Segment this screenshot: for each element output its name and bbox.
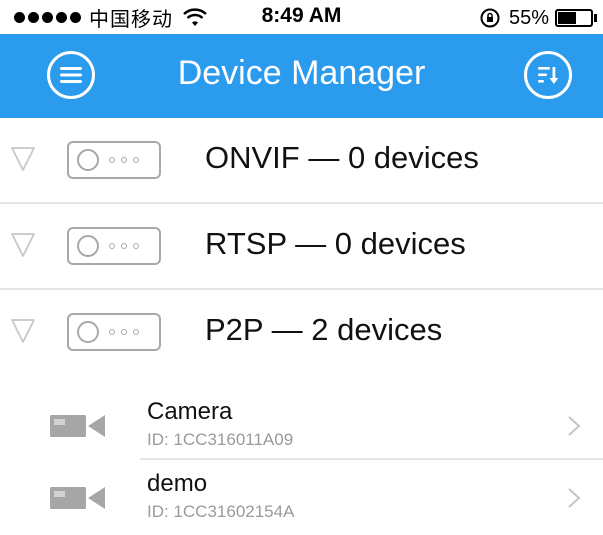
sort-button[interactable] — [524, 51, 572, 99]
device-type-icon — [67, 227, 161, 265]
group-row-onvif[interactable]: ONVIF — 0 devices — [0, 118, 603, 204]
rotation-lock-icon — [480, 8, 500, 28]
expand-triangle-icon — [11, 233, 35, 257]
battery-percentage: 55% — [508, 6, 549, 29]
status-bar-right: 55% — [479, 5, 597, 31]
group-label-p2p: P2P — 2 devices — [205, 312, 443, 347]
chevron-right-icon — [568, 416, 581, 436]
chevron-right-icon — [568, 488, 581, 508]
nav-bar: Device Manager — [0, 34, 603, 118]
device-row-demo[interactable]: demo ID: 1CC31602154A — [0, 462, 603, 532]
camera-icon — [50, 415, 105, 437]
group-row-rtsp[interactable]: RTSP — 0 devices — [0, 204, 603, 290]
app-screen: 中国移动 8:49 AM 55% Device Manager ONVIF — … — [0, 0, 603, 535]
divider — [140, 458, 603, 460]
device-name: Camera — [147, 398, 233, 425]
camera-icon — [50, 487, 105, 509]
device-type-icon — [67, 141, 161, 179]
device-row-camera[interactable]: Camera ID: 1CC316011A09 — [0, 390, 603, 460]
device-name: demo — [147, 470, 208, 497]
group-label-onvif: ONVIF — 0 devices — [205, 140, 479, 175]
group-row-p2p[interactable]: P2P — 2 devices — [0, 290, 603, 376]
device-id: ID: 1CC316011A09 — [147, 430, 294, 449]
battery-icon — [555, 9, 597, 27]
status-bar: 中国移动 8:49 AM 55% — [0, 0, 603, 34]
device-id: ID: 1CC31602154A — [147, 502, 295, 521]
sort-icon — [538, 67, 559, 84]
expand-triangle-icon — [11, 319, 35, 343]
device-type-icon — [67, 313, 161, 351]
page-title: Device Manager — [177, 54, 426, 92]
battery-fill — [558, 12, 576, 24]
group-label-rtsp: RTSP — 0 devices — [205, 226, 466, 261]
expand-triangle-icon — [11, 147, 35, 171]
